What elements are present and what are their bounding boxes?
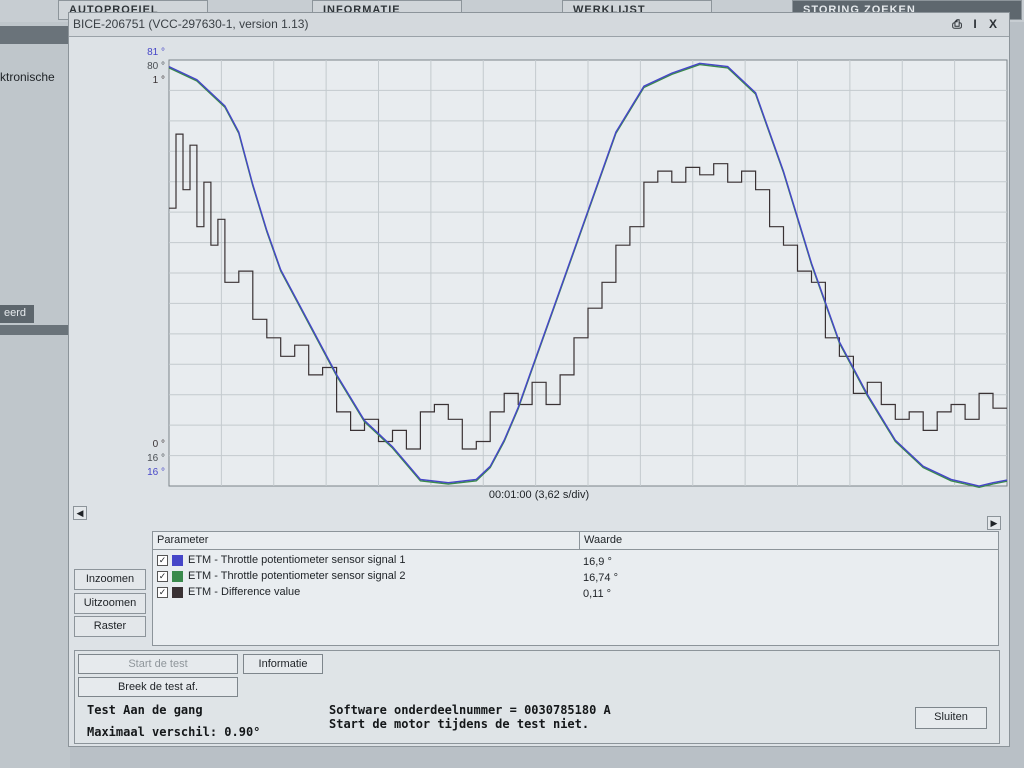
close-button[interactable]: X <box>985 17 1001 31</box>
y-label-top-difference: 1 ° <box>153 75 165 86</box>
information-button[interactable]: Informatie <box>243 654 323 674</box>
left-nav-tab[interactable]: eerd <box>0 305 34 323</box>
y-axis-top-labels: 81 ° 80 ° 1 ° <box>147 47 165 86</box>
engine-warning: Start de motor tijdens de test niet. <box>329 717 590 731</box>
left-nav-divider <box>0 26 70 44</box>
info-button[interactable]: I <box>967 17 983 31</box>
parameter-row-signal2[interactable]: ✓ ETM - Throttle potentiometer sensor si… <box>157 570 987 585</box>
header-parameter: Parameter <box>157 534 209 546</box>
y-label-top-signal2: 80 ° <box>147 61 165 72</box>
y-axis-bottom-labels: 0 ° 16 ° 16 ° <box>147 439 165 478</box>
scroll-right-button[interactable]: ▶ <box>987 516 1001 530</box>
signal1-checkbox[interactable]: ✓ <box>157 555 168 566</box>
test-status: Test Aan de gang <box>87 703 203 717</box>
start-test-button[interactable]: Start de test <box>78 654 238 674</box>
window-titlebar: BICE-206751 (VCC-297630-1, version 1.13)… <box>69 13 1009 37</box>
parameter-table-header: Parameter Waarde <box>153 532 998 550</box>
print-icon[interactable]: ⎙ <box>949 17 965 32</box>
parameter-row-signal1[interactable]: ✓ ETM - Throttle potentiometer sensor si… <box>157 554 987 569</box>
test-control-panel: Start de test Informatie Breek de test a… <box>74 650 1000 744</box>
x-axis-label: 00:01:00 (3,62 s/div) <box>489 489 589 501</box>
signal-graph[interactable]: 81 ° 80 ° 1 ° 0 ° 16 ° 16 ° 00:01:00 (3,… <box>69 38 1009 528</box>
left-nav-panel <box>0 22 70 768</box>
signal2-checkbox[interactable]: ✓ <box>157 571 168 582</box>
y-label-bottom-signal2: 16 ° <box>147 453 165 464</box>
y-label-bottom-difference: 0 ° <box>153 439 165 450</box>
difference-color-swatch <box>172 587 183 598</box>
close-dialog-button[interactable]: Sluiten <box>915 707 987 729</box>
difference-name: ETM - Difference value <box>188 586 301 598</box>
live-data-window: BICE-206751 (VCC-297630-1, version 1.13)… <box>68 12 1010 747</box>
y-label-bottom-signal1: 16 ° <box>147 467 165 478</box>
header-waarde: Waarde <box>579 532 622 549</box>
zoom-out-button[interactable]: Uitzoomen <box>74 593 146 614</box>
difference-value: 0,11 ° <box>583 588 612 600</box>
scroll-left-button[interactable]: ◀ <box>73 506 87 520</box>
max-difference: Maximaal verschil: 0.90° <box>87 725 261 739</box>
signal2-value: 16,74 ° <box>583 572 618 584</box>
graph-area: 81 ° 80 ° 1 ° 0 ° 16 ° 16 ° 00:01:00 (3,… <box>69 38 1009 528</box>
window-title: BICE-206751 (VCC-297630-1, version 1.13) <box>73 17 309 31</box>
left-nav-divider-lower <box>0 325 70 335</box>
signal1-color-swatch <box>172 555 183 566</box>
signal1-value: 16,9 ° <box>583 556 612 568</box>
signal2-color-swatch <box>172 571 183 582</box>
abort-test-button[interactable]: Breek de test af. <box>78 677 238 697</box>
parameter-table: Parameter Waarde ✓ ETM - Throttle potent… <box>152 531 999 646</box>
parameter-row-difference[interactable]: ✓ ETM - Difference value 0,11 ° <box>157 586 987 601</box>
signal1-name: ETM - Throttle potentiometer sensor sign… <box>188 554 406 566</box>
signal2-name: ETM - Throttle potentiometer sensor sign… <box>188 570 406 582</box>
y-label-top-signal1: 81 ° <box>147 47 165 58</box>
software-part-number: Software onderdeelnummer = 0030785180 A <box>329 703 611 717</box>
difference-checkbox[interactable]: ✓ <box>157 587 168 598</box>
zoom-in-button[interactable]: Inzoomen <box>74 569 146 590</box>
grid-button[interactable]: Raster <box>74 616 146 637</box>
left-nav-label[interactable]: ktronische <box>0 70 68 84</box>
